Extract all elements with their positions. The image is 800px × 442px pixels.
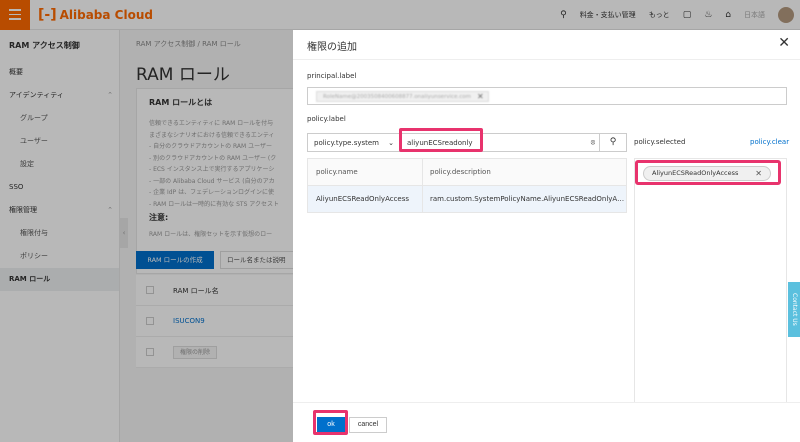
column-header-policy-description: policy.description <box>430 168 491 176</box>
principal-tag: RoleName@2003508400608877.onaliyunservic… <box>316 91 489 102</box>
selected-label: policy.selected <box>634 138 686 146</box>
policy-table: policy.name policy.description AliyunECS… <box>307 158 627 213</box>
cancel-button[interactable]: cancel <box>349 417 387 433</box>
close-icon[interactable]: ✕ <box>778 35 790 51</box>
clear-search-icon[interactable]: ⦻ <box>586 138 600 147</box>
policy-name-cell: AliyunECSReadOnlyAccess <box>316 195 410 203</box>
search-button[interactable]: ⚲ <box>599 133 627 152</box>
principal-field[interactable]: RoleName@2003508400608877.onaliyunservic… <box>307 87 787 105</box>
search-icon: ⚲ <box>609 137 617 147</box>
clear-selection-link[interactable]: policy.clear <box>750 138 789 146</box>
drawer-title: 権限の追加 <box>307 42 357 53</box>
table-header: policy.name policy.description <box>308 159 626 186</box>
selected-policies-panel: AliyunECSReadOnlyAccess ✕ <box>634 158 787 404</box>
drawer-footer: ok cancel <box>293 402 800 442</box>
add-permission-drawer: 権限の追加 ✕ principal.label RoleName@2003508… <box>293 30 800 442</box>
highlight-selected-annotation <box>635 160 781 185</box>
principal-label: principal.label <box>307 72 357 80</box>
policy-type-value: policy.type.system <box>314 138 380 147</box>
policy-label: policy.label <box>307 115 346 123</box>
policy-description-cell: ram.custom.SystemPolicyName.AliyunECSRea… <box>430 195 625 203</box>
column-header-policy-name: policy.name <box>316 168 358 176</box>
drawer-header: 権限の追加 ✕ <box>293 30 800 60</box>
chevron-down-icon: ⌄ <box>388 138 394 147</box>
policy-type-select[interactable]: policy.type.system ⌄ <box>307 133 401 152</box>
contact-us-tab[interactable]: Contact Us <box>788 282 800 337</box>
table-row[interactable]: AliyunECSReadOnlyAccess ram.custom.Syste… <box>308 186 626 212</box>
highlight-search-annotation <box>399 128 483 152</box>
principal-value: RoleName@2003508400608877.onaliyunservic… <box>323 93 472 100</box>
highlight-ok-annotation <box>313 410 348 435</box>
remove-tag-icon[interactable]: ✕ <box>477 92 484 101</box>
